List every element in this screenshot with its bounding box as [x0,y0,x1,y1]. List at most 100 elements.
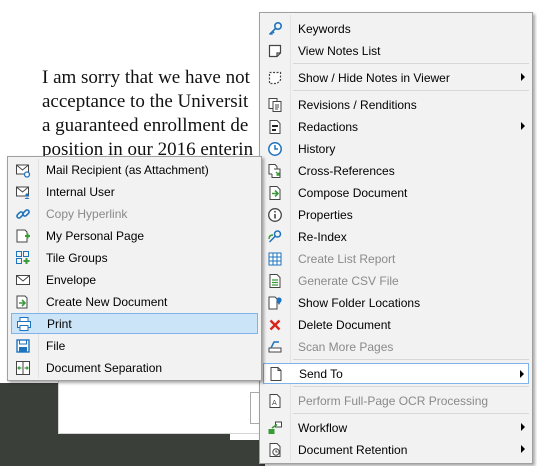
ocr-icon: A [265,392,285,410]
workflow-icon [265,419,285,437]
menu-item-create-list-report[interactable]: Create List Report [263,248,529,269]
csv-icon [265,272,285,290]
send-to-submenu: Mail Recipient (as Attachment) Internal … [7,156,262,381]
tile-groups-icon [13,249,33,267]
retention-icon [265,441,285,459]
menu-item-label: Properties [298,207,353,222]
submenu-item-mail-recipient[interactable]: Mail Recipient (as Attachment) [11,159,258,180]
internal-user-icon [13,183,33,201]
menu-item-label: History [298,141,336,156]
menu-item-ocr[interactable]: A Perform Full-Page OCR Processing [263,390,529,411]
submenu-item-file[interactable]: File [11,335,258,356]
note-toggle-icon [265,69,285,87]
menu-item-re-index[interactable]: Re-Index [263,226,529,247]
submenu-item-print[interactable]: Print [11,313,258,334]
menu-item-label: Delete Document [298,317,391,332]
document-line: a guaranteed enrollment de [42,115,249,136]
notes-list-icon [265,42,285,60]
menu-item-label: Copy Hyperlink [46,206,128,221]
menu-item-label: Print [47,316,72,331]
key-icon [265,20,285,38]
send-to-icon [266,365,286,383]
revisions-icon [265,96,285,114]
delete-icon [265,316,285,334]
menu-item-compose-document[interactable]: Compose Document [263,182,529,203]
separation-icon [13,359,33,377]
menu-item-delete-document[interactable]: Delete Document [263,314,529,335]
menu-separator [293,386,529,387]
menu-separator [293,413,529,414]
clock-icon [265,140,285,158]
menu-item-cross-references[interactable]: Cross-References [263,160,529,181]
submenu-item-internal-user[interactable]: Internal User [11,181,258,202]
menu-item-label: Mail Recipient (as Attachment) [46,162,209,177]
new-document-icon [13,293,33,311]
submenu-arrow-icon [520,370,524,378]
menu-item-show-hide-notes[interactable]: Show / Hide Notes in Viewer [263,67,529,88]
menu-item-label: Redactions [298,119,359,134]
context-menu: Keywords View Notes List Show / Hide Not… [259,12,533,464]
submenu-arrow-icon [521,73,525,81]
mail-attachment-icon [13,161,33,179]
document-line: I am sorry that we have not [42,67,250,88]
menu-item-label: File [46,338,66,353]
submenu-item-my-personal-page[interactable]: My Personal Page [11,225,258,246]
menu-item-workflow[interactable]: Workflow [263,417,529,438]
submenu-arrow-icon [521,445,525,453]
menu-item-scan-more-pages[interactable]: Scan More Pages [263,336,529,357]
menu-item-label: Send To [299,366,343,381]
menu-item-label: View Notes List [298,43,381,58]
svg-text:A: A [272,399,277,407]
menu-item-label: Create List Report [298,251,396,266]
menu-item-label: Perform Full-Page OCR Processing [298,393,489,408]
menu-item-label: My Personal Page [46,228,145,243]
menu-item-label: Keywords [298,21,351,36]
menu-item-label: Document Separation [46,360,163,375]
submenu-item-copy-hyperlink[interactable]: Copy Hyperlink [11,203,258,224]
menu-item-label: Workflow [298,420,348,435]
list-report-icon [265,250,285,268]
menu-item-label: Envelope [46,272,97,287]
menu-item-label: Compose Document [298,185,408,200]
submenu-item-document-separation[interactable]: Document Separation [11,357,258,378]
menu-separator [293,63,529,64]
menu-separator [293,359,529,360]
menu-item-send-to[interactable]: Send To [263,363,529,384]
menu-item-revisions[interactable]: Revisions / Renditions [263,94,529,115]
menu-item-label: Re-Index [298,229,347,244]
compose-icon [265,184,285,202]
link-icon [13,205,33,223]
scan-icon [265,338,285,356]
document-line: acceptance to the Universit [42,91,249,112]
menu-item-label: Internal User [46,184,115,199]
reindex-icon [265,228,285,246]
page-thumbnail [58,378,260,434]
cross-reference-icon [265,162,285,180]
personal-page-icon [13,227,33,245]
submenu-arrow-icon [521,423,525,431]
menu-item-label: Tile Groups [46,250,108,265]
menu-item-properties[interactable]: Properties [263,204,529,225]
menu-item-view-notes-list[interactable]: View Notes List [263,40,529,61]
menu-item-label: Document Retention [298,442,408,457]
menu-item-label: Create New Document [46,294,168,309]
menu-item-document-retention[interactable]: Document Retention [263,439,529,460]
menu-item-history[interactable]: History [263,138,529,159]
info-icon [265,206,285,224]
menu-item-keywords[interactable]: Keywords [263,18,529,39]
submenu-item-create-new-document[interactable]: Create New Document [11,291,258,312]
menu-item-show-folder-locations[interactable]: Show Folder Locations [263,292,529,313]
menu-item-label: Cross-References [298,163,395,178]
menu-item-label: Scan More Pages [298,339,394,354]
submenu-arrow-icon [521,122,525,130]
menu-item-generate-csv[interactable]: Generate CSV File [263,270,529,291]
menu-separator [293,90,529,91]
save-file-icon [13,337,33,355]
submenu-item-envelope[interactable]: Envelope [11,269,258,290]
envelope-icon [13,271,33,289]
folder-location-icon [265,294,285,312]
menu-item-label: Generate CSV File [298,273,399,288]
submenu-item-tile-groups[interactable]: Tile Groups [11,247,258,268]
menu-item-redactions[interactable]: Redactions [263,116,529,137]
redactions-icon [265,118,285,136]
